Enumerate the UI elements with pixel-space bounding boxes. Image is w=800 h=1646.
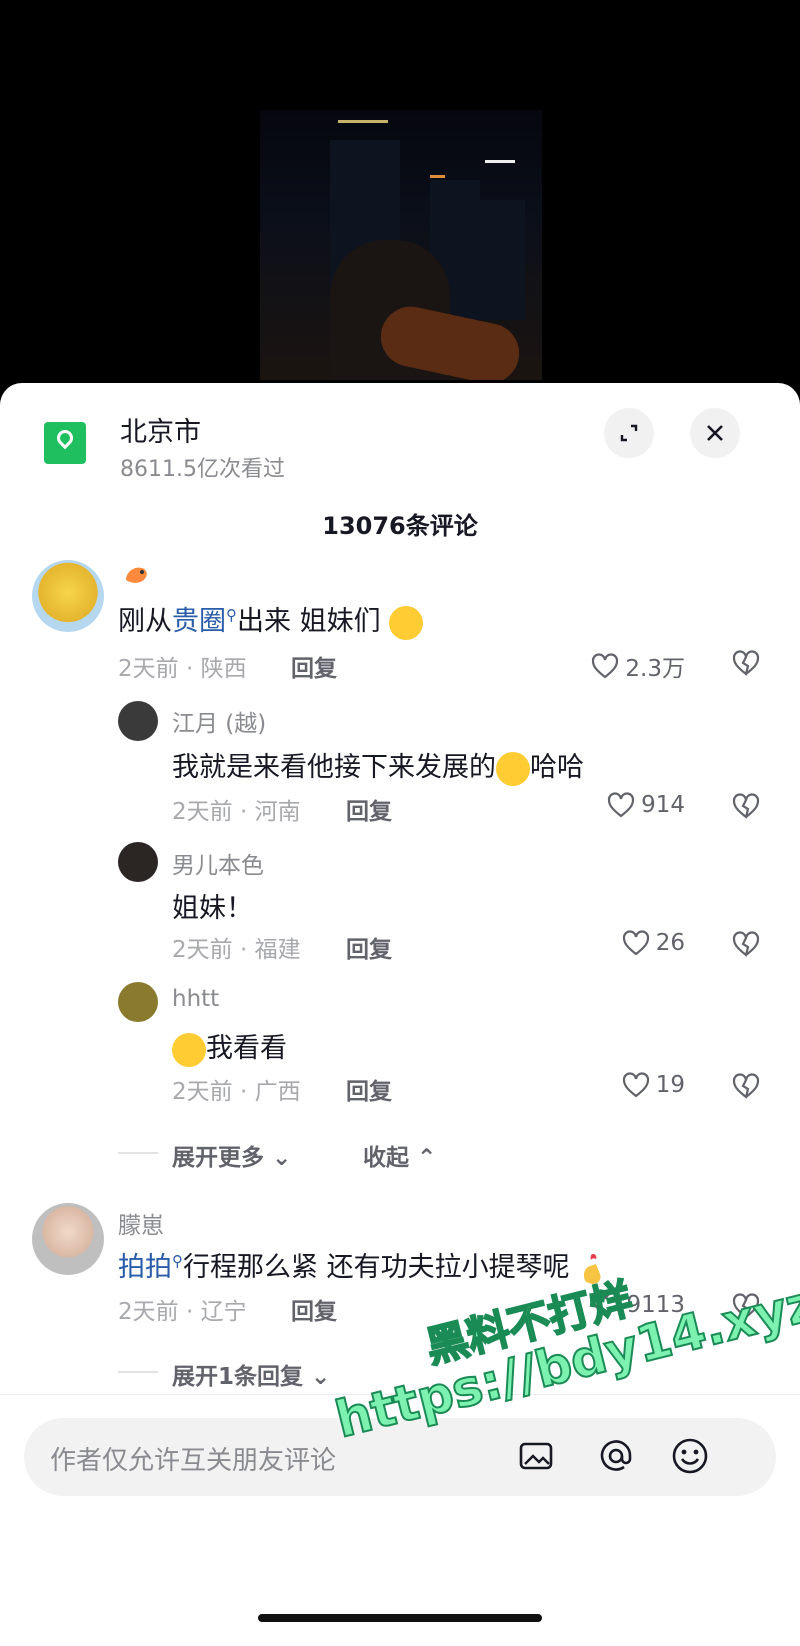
expand-button[interactable] [604,408,654,458]
like-button[interactable]: 19 [622,1072,685,1098]
reply-text: 姐妹！ [172,893,253,924]
collapse-button[interactable]: 收起 ⌃ [363,1138,436,1172]
avatar[interactable] [32,1203,104,1275]
reply-text: 我就是来看他接下来发展的 哈哈 [172,745,584,786]
at-mention-icon[interactable] [596,1436,636,1476]
like-button[interactable]: 2.3万 [591,649,685,683]
video-frame [260,110,542,380]
location-pin-icon [44,422,86,464]
avatar[interactable] [118,982,158,1022]
broken-heart-icon[interactable] [731,649,761,677]
comment-text: 刚从贵圈⚲出来 姐妹们 [118,599,424,640]
divider-line [118,1152,158,1154]
divider-line [118,1371,158,1373]
video-background[interactable] [0,0,800,400]
close-icon [707,425,723,441]
like-button[interactable]: 26 [622,930,685,956]
like-button[interactable]: 914 [607,792,685,818]
reply-button[interactable]: 回复 [346,1072,392,1106]
username[interactable]: 江月 (越) [172,704,266,738]
expand-icon [620,424,638,442]
heart-icon [622,1072,649,1098]
heart-icon [592,653,619,679]
expand-more-button[interactable]: 展开更多 ⌄ [172,1138,291,1172]
reply-button[interactable]: 回复 [346,930,392,964]
comment-meta: 2天前 · 辽宁 [118,1299,247,1325]
username[interactable]: 男儿本色 [172,846,264,880]
reply-button[interactable]: 回复 [291,649,337,683]
location-views: 8611.5亿次看过 [120,457,285,482]
image-icon[interactable] [516,1436,556,1476]
flushed-face-icon [389,605,424,640]
location-name[interactable]: 北京市 [120,410,201,449]
reply-button[interactable]: 回复 [346,792,392,826]
shrimp-emoji-icon [126,567,147,583]
avatar[interactable] [32,560,104,632]
broken-heart-icon[interactable] [731,1072,761,1100]
search-link[interactable]: 拍拍⚲ [118,1252,183,1283]
grinning-face-icon [496,751,530,786]
comment-text: 拍拍⚲行程那么紧 还有功夫拉小提琴呢 [118,1245,608,1286]
broken-heart-icon[interactable] [731,930,761,958]
expand-replies-button[interactable]: 展开1条回复 ⌄ [172,1357,330,1391]
comment-count: 13076条评论 [322,512,478,540]
home-indicator[interactable] [258,1614,542,1622]
avatar[interactable] [118,701,158,741]
flushed-face-icon [172,1032,206,1067]
username[interactable]: 朦崽 [118,1206,164,1240]
input-placeholder: 作者仅允许互关朋友评论 [50,1446,337,1476]
reply-meta: 2天前 · 河南 [172,799,301,825]
reply-meta: 2天前 · 广西 [172,1079,301,1105]
close-button[interactable] [690,408,740,458]
reply-text: 我看看 [172,1026,287,1067]
reply-meta: 2天前 · 福建 [172,937,301,963]
search-link[interactable]: 贵圈⚲ [172,606,237,637]
reply-button[interactable]: 回复 [291,1292,337,1326]
heart-icon [607,792,635,818]
emoji-icon[interactable] [670,1436,710,1476]
comment-meta: 2天前 · 陕西 [118,656,247,682]
broken-heart-icon[interactable] [731,792,761,820]
username[interactable]: hhtt [172,986,219,1012]
heart-icon [622,930,649,956]
comment-sheet: 北京市 8611.5亿次看过 13076条评论 刚从贵圈⚲出来 姐妹们 2天前 … [0,383,800,1646]
avatar[interactable] [118,842,158,882]
